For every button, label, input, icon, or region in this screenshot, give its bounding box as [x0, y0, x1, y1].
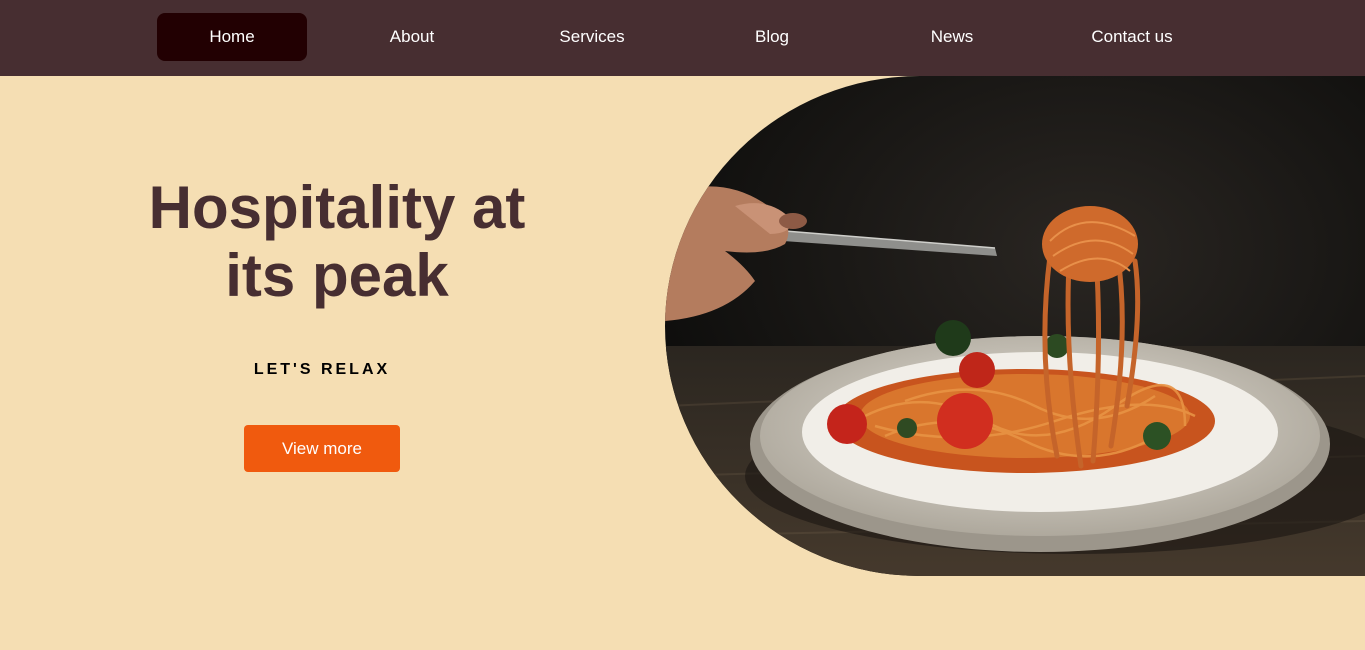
hero-heading: Hospitality at its peak	[110, 174, 564, 310]
hero-subtitle: LET'S RELAX	[253, 361, 391, 378]
hero-heading-line-1: Hospitality at	[148, 174, 526, 241]
spaghetti-photo	[665, 76, 1365, 576]
nav-item-about[interactable]: About	[337, 13, 487, 61]
nav-item-contact-us[interactable]: Contact us	[1057, 13, 1207, 61]
nav-item-services[interactable]: Services	[517, 13, 667, 61]
view-more-button[interactable]: View more	[244, 425, 400, 472]
nav-item-blog[interactable]: Blog	[697, 13, 847, 61]
nav-item-news[interactable]: News	[877, 13, 1027, 61]
nav-item-home[interactable]: Home	[157, 13, 307, 61]
top-navigation-bar: Home About Services Blog News Contact us	[0, 0, 1365, 76]
hero-heading-line-2: its peak	[225, 242, 449, 309]
